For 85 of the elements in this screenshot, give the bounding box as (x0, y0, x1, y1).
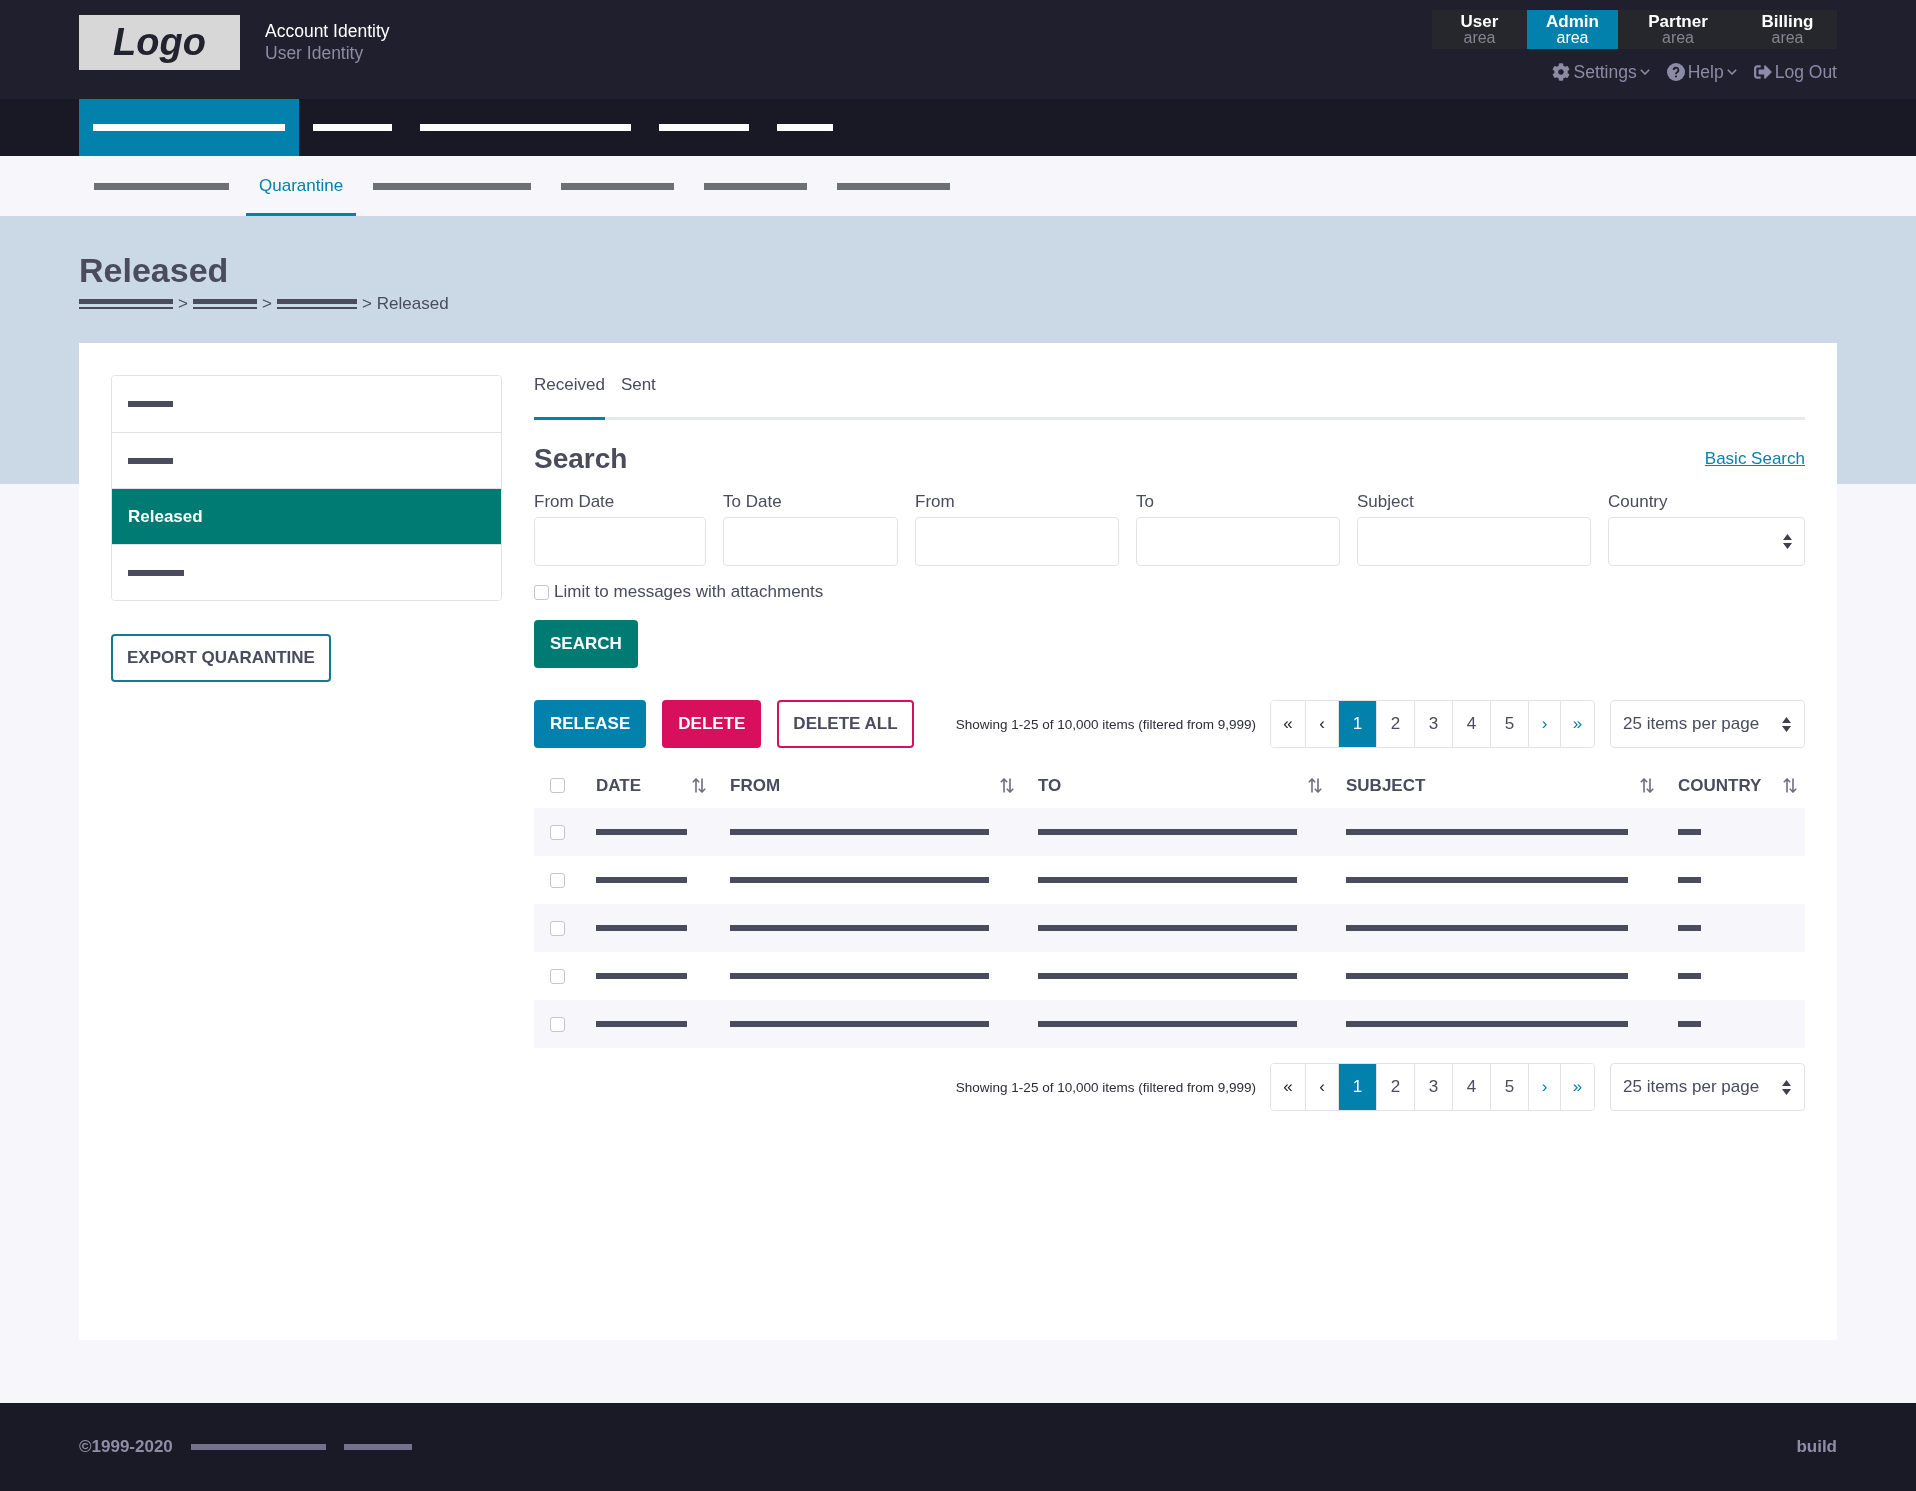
danger-action-button[interactable]: DELETE (662, 700, 762, 748)
pagination-summary: Showing 1-25 of 10,000 items (filtered from 9,999) (955, 716, 1256, 732)
column-header[interactable]: SUBJECT (1346, 775, 1678, 796)
checkbox-label: Limit to messages with attachments (554, 582, 824, 602)
page-button[interactable]: 1 (1338, 1064, 1376, 1110)
checkbox[interactable] (550, 1016, 565, 1032)
text-input[interactable] (1357, 517, 1591, 566)
help-icon (1666, 63, 1685, 81)
page-button[interactable]: 1 (1338, 701, 1376, 747)
redacted-text (1678, 829, 1701, 835)
breadcrumb-separator: > (178, 294, 188, 314)
copyright: ©1999-2020 (79, 1437, 173, 1457)
column-header[interactable]: DATE (596, 775, 730, 796)
redacted-text (1678, 925, 1701, 931)
checkbox[interactable] (550, 872, 565, 888)
field-label: From (915, 492, 955, 512)
primary-action-button[interactable]: RELEASE (534, 700, 647, 748)
area-tab[interactable]: Partner area (1618, 10, 1738, 49)
checkbox[interactable] (550, 778, 565, 793)
field-label: To Date (723, 492, 782, 512)
checkbox[interactable] (550, 824, 565, 840)
text-input[interactable] (534, 517, 706, 566)
export-button[interactable]: EXPORT QUARANTINE (111, 634, 331, 682)
logout-icon (1753, 63, 1772, 81)
breadcrumb-separator: > (261, 294, 272, 314)
select-field[interactable] (1608, 517, 1805, 566)
redacted-text (1678, 973, 1701, 979)
last-page-button[interactable]: » (1560, 1064, 1594, 1110)
area-tab[interactable]: User area (1432, 10, 1527, 49)
pagination-summary: Showing 1-25 of 10,000 items (filtered from 9,999) (955, 1079, 1256, 1095)
area-tab[interactable]: Billing area (1738, 10, 1837, 49)
field-label: To (1136, 492, 1154, 512)
text-input[interactable] (915, 517, 1119, 566)
section-title: Search (534, 442, 628, 476)
select-arrows-icon (1782, 716, 1791, 732)
redacted-text (128, 401, 173, 407)
redacted-text (1678, 877, 1701, 883)
page-size-select[interactable]: 25 items per page (1610, 700, 1805, 748)
checkbox[interactable] (550, 920, 565, 936)
build-label: build (1796, 1437, 1837, 1457)
basic-search-link[interactable]: Basic Search (1704, 449, 1805, 469)
sort-icon[interactable] (1640, 778, 1654, 793)
breadcrumb-separator: > (361, 294, 372, 314)
redacted-text (128, 569, 184, 576)
user-name: User Identity (265, 43, 365, 64)
help-menu[interactable]: Help (1666, 61, 1737, 83)
text-input[interactable] (1136, 517, 1340, 566)
settings-icon (1552, 63, 1571, 81)
last-page-button[interactable]: » (1560, 701, 1594, 747)
checkbox[interactable] (550, 968, 565, 984)
chevron-down-icon (1639, 69, 1650, 75)
breadcrumb-link[interactable] (276, 299, 357, 309)
sidebar-item[interactable]: Released (112, 488, 501, 544)
logo[interactable]: Logo (79, 15, 240, 70)
redacted-text (128, 457, 173, 464)
select-arrows-icon (1782, 1079, 1791, 1095)
area-tab[interactable]: Admin area (1527, 10, 1618, 49)
column-header[interactable]: TO (1038, 775, 1346, 796)
column-header[interactable]: FROM (730, 775, 1038, 796)
outline-action-button[interactable]: DELETE ALL (777, 700, 914, 748)
select-arrows-icon (1783, 534, 1792, 549)
sort-icon[interactable] (692, 778, 706, 793)
chevron-down-icon (1726, 69, 1737, 75)
account-name: Account Identity (265, 21, 390, 42)
checkbox[interactable] (534, 584, 549, 600)
page-size-select[interactable]: 25 items per page (1610, 1063, 1805, 1111)
field-label: Subject (1357, 492, 1414, 512)
redacted-text (777, 124, 833, 131)
search-button[interactable]: SEARCH (534, 620, 638, 668)
logout-link[interactable]: Log Out (1753, 61, 1837, 83)
tab[interactable]: Sent (620, 375, 656, 420)
column-header[interactable]: COUNTRY (1678, 775, 1805, 796)
page-title: Released (79, 250, 229, 290)
sort-icon[interactable] (1000, 778, 1014, 793)
sort-icon[interactable] (1783, 778, 1797, 793)
sort-icon[interactable] (1308, 778, 1322, 793)
redacted-text (1678, 1021, 1701, 1027)
breadcrumb-link[interactable] (79, 299, 173, 309)
text-input[interactable] (723, 517, 898, 566)
breadcrumb-link[interactable] (192, 299, 257, 309)
breadcrumb-current: Released (376, 294, 449, 314)
settings-menu[interactable]: Settings (1552, 61, 1650, 83)
field-label: From Date (534, 492, 615, 512)
field-label: Country (1608, 492, 1668, 512)
tab[interactable]: Received (534, 375, 605, 420)
